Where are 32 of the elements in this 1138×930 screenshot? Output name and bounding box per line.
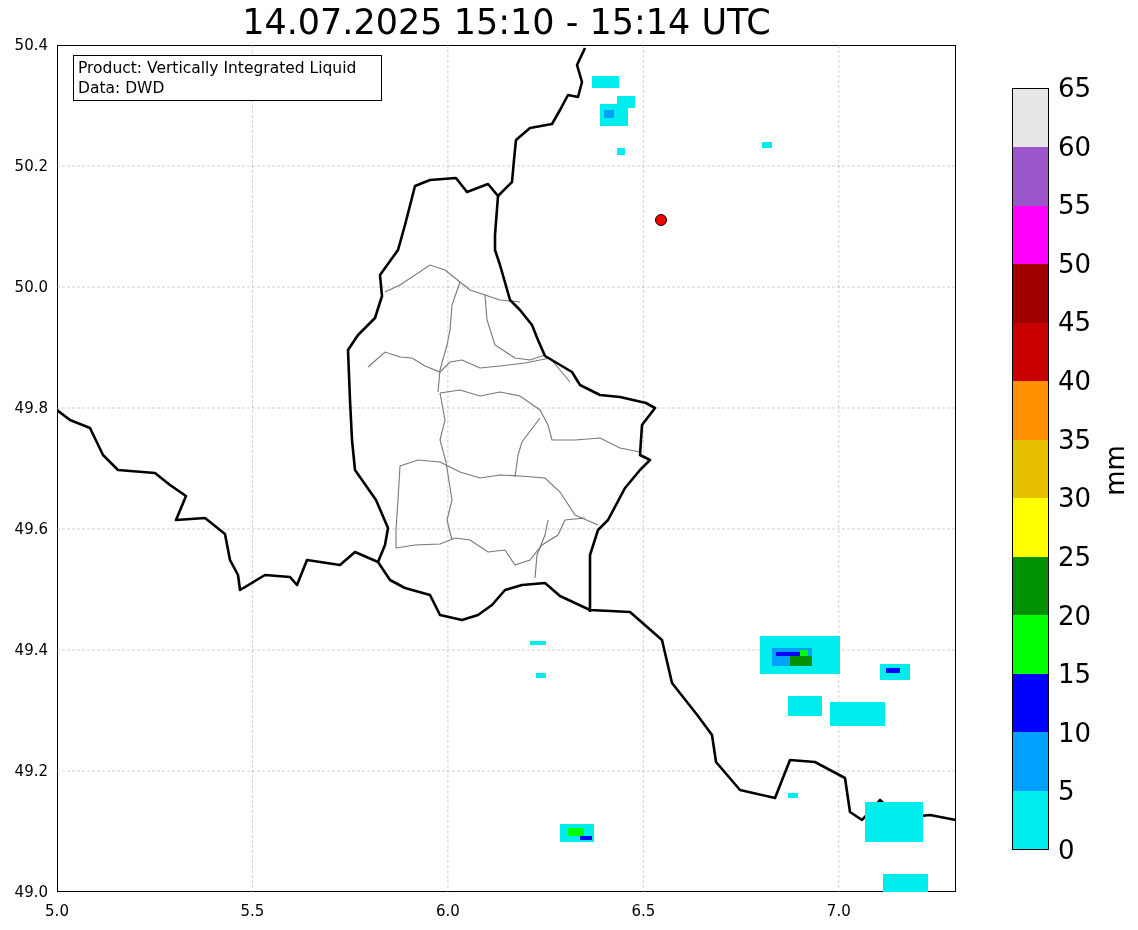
product-label: Product: Vertically Integrated Liquid xyxy=(78,58,358,78)
colorbar-tick-label: 50 xyxy=(1058,250,1092,277)
longitude-tick-label: 7.0 xyxy=(826,904,851,919)
latitude-tick-label: 49.8 xyxy=(13,400,48,416)
latitude-tick-label: 49.4 xyxy=(13,642,48,658)
colorbar-tick-label: 20 xyxy=(1058,602,1092,629)
colorbar-tick-label: 10 xyxy=(1058,719,1092,746)
data-source-label: Data: DWD xyxy=(78,78,166,98)
latitude-tick-label: 50.0 xyxy=(13,279,48,295)
colorbar-tick-label: 45 xyxy=(1058,309,1092,336)
colorbar-tick-label: 55 xyxy=(1058,192,1092,219)
colorbar-tick-label: 30 xyxy=(1058,485,1092,512)
latitude-tick-label: 49.2 xyxy=(13,763,48,779)
longitude-tick-label: 6.5 xyxy=(631,904,656,919)
colorbar-tick-label: 35 xyxy=(1058,426,1092,453)
colorbar-tick-label: 15 xyxy=(1058,661,1092,688)
longitude-tick-label: 5.0 xyxy=(45,904,69,919)
colorbar-tick-label: 25 xyxy=(1058,543,1092,570)
colorbar-label: mm xyxy=(1098,444,1131,496)
longitude-tick-label: 5.5 xyxy=(240,904,265,919)
latitude-tick-label: 50.2 xyxy=(13,158,48,174)
colorbar-tick-label: 60 xyxy=(1058,133,1092,160)
latitude-tick-label: 50.4 xyxy=(13,37,48,53)
chart-title: 14.07.2025 15:10 - 15:14 UTC xyxy=(242,5,771,40)
latitude-tick-label: 49.0 xyxy=(13,884,48,900)
colorbar-tick-label: 40 xyxy=(1058,368,1092,395)
location-marker xyxy=(655,214,667,226)
colorbar-tick-label: 0 xyxy=(1058,837,1075,863)
colorbar-tick-label: 65 xyxy=(1058,75,1092,101)
longitude-tick-label: 6.0 xyxy=(435,904,460,919)
latitude-tick-label: 49.6 xyxy=(13,521,48,537)
colorbar-tick-label: 5 xyxy=(1058,778,1075,805)
